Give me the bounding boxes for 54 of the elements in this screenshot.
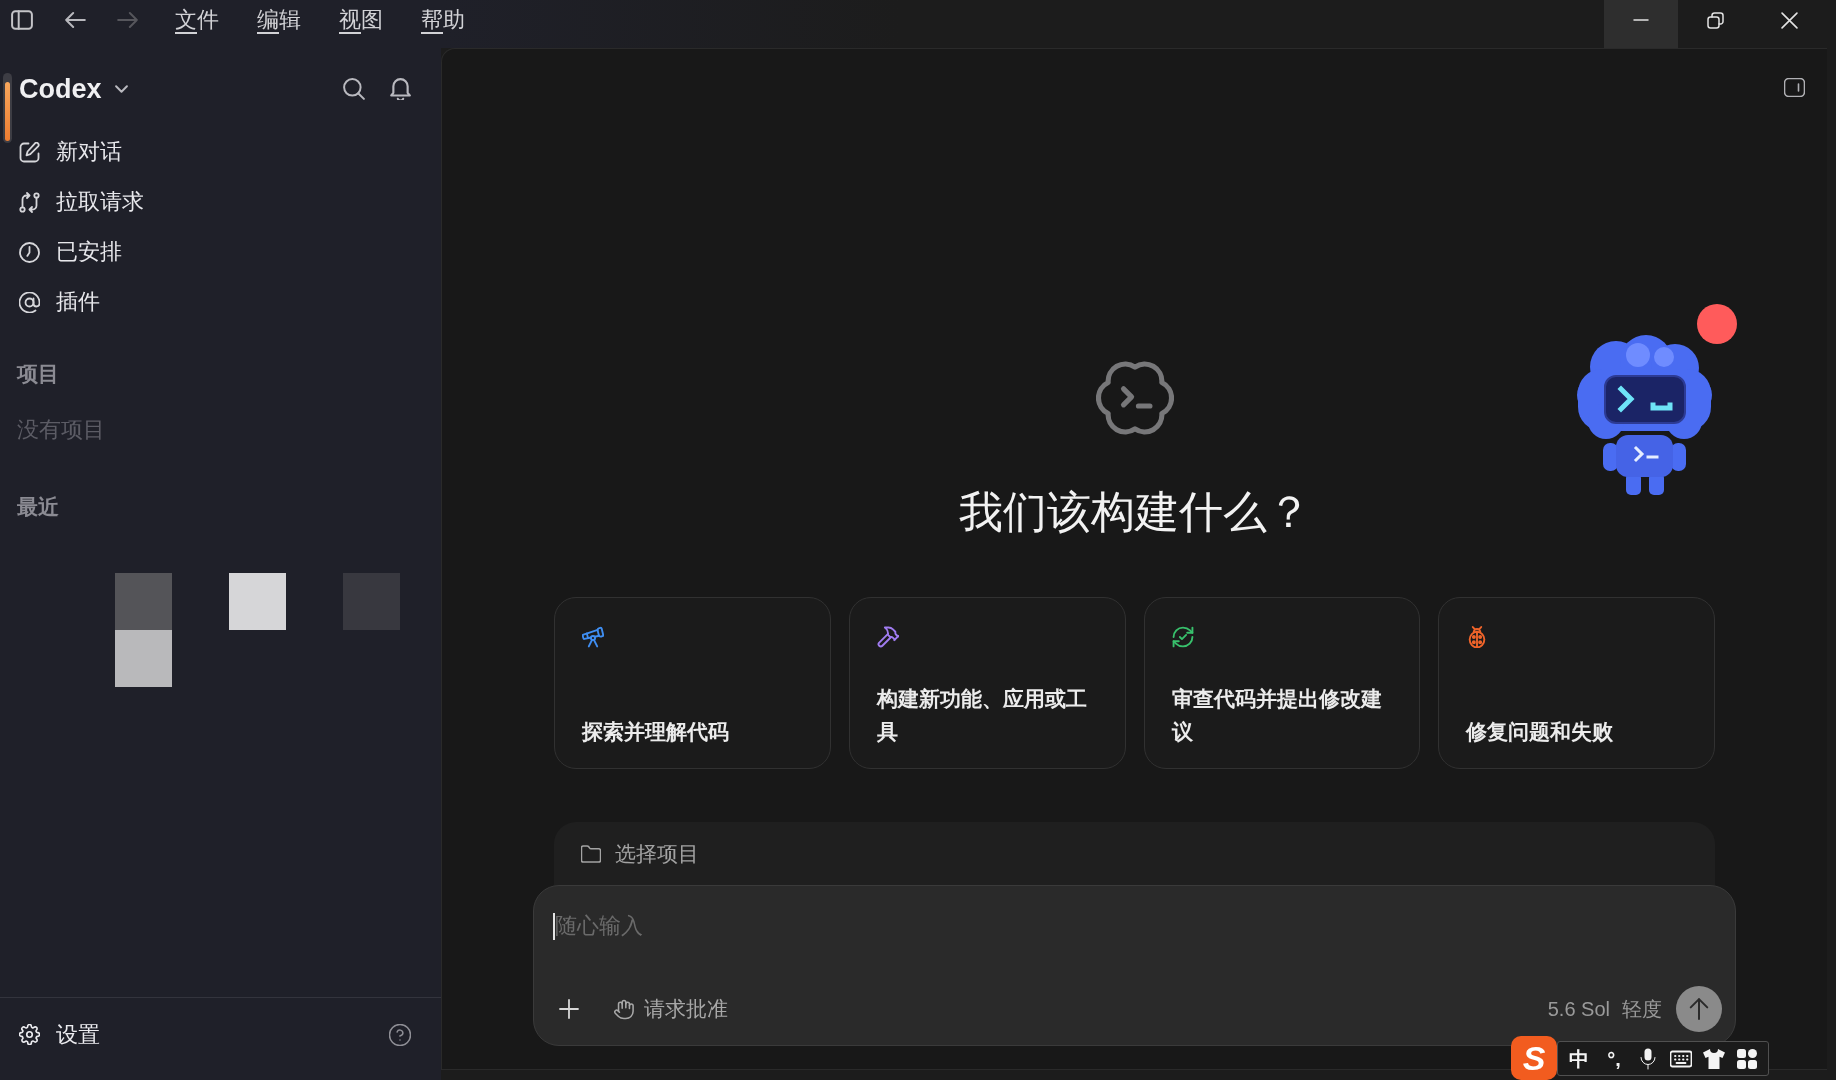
section-heading: 最近	[17, 494, 59, 520]
bell-icon	[390, 78, 411, 100]
sidebar-item[interactable]: 已安排	[19, 227, 122, 277]
hand-icon	[614, 998, 634, 1020]
arrow-up-icon	[1689, 998, 1709, 1020]
prompt-card[interactable]: 审查代码并提出修改建议	[1143, 597, 1421, 769]
project-picker[interactable]: 选择项目	[554, 822, 1715, 885]
panel-toggle-button[interactable]	[1784, 76, 1805, 98]
sidebar-toggle-button[interactable]	[10, 8, 34, 32]
folder-icon	[581, 844, 601, 863]
approval-mode-button[interactable]: 请求批准	[614, 995, 728, 1023]
message-input[interactable]: 随心输入	[555, 911, 1722, 941]
close-icon	[1780, 11, 1798, 29]
reasoning-level-selector[interactable]: 轻度	[1622, 996, 1662, 1022]
send-button[interactable]	[1676, 986, 1722, 1032]
gear-icon	[19, 1024, 40, 1045]
search-button[interactable]	[343, 78, 365, 100]
notifications-button[interactable]	[390, 78, 411, 100]
pull-request-icon	[19, 191, 40, 213]
search-icon	[343, 78, 365, 100]
sidebar-toggle-icon	[11, 9, 33, 31]
microphone-icon[interactable]	[1637, 1047, 1659, 1070]
edit-icon	[19, 141, 40, 163]
restore-icon	[1706, 11, 1724, 29]
page-heading: 我们该构建什么？	[958, 486, 1311, 538]
at-sign-icon	[19, 291, 40, 313]
input-mode-toggle[interactable]: 中	[1567, 1046, 1591, 1071]
menu-item[interactable]: 文件	[175, 6, 219, 34]
help-button[interactable]	[389, 1023, 411, 1046]
menu-item[interactable]: 帮助	[421, 6, 465, 34]
cloud-terminal-icon	[1095, 359, 1174, 437]
chevron-down-icon	[114, 85, 128, 93]
empty-state-text: 没有项目	[17, 416, 105, 444]
settings-button[interactable]: 设置	[19, 1020, 100, 1049]
panel-toggle-icon	[1784, 77, 1805, 97]
sidebar-item[interactable]: 插件	[19, 277, 100, 327]
sidebar-item[interactable]: 拉取请求	[19, 177, 144, 227]
prompt-card[interactable]: 构建新功能、应用或工具	[848, 597, 1126, 769]
help-icon	[389, 1023, 411, 1046]
section-heading: 项目	[17, 361, 59, 387]
clock-icon	[19, 241, 40, 263]
prompt-card[interactable]: 探索并理解代码	[554, 597, 831, 769]
menu-item[interactable]: 编辑	[257, 6, 301, 34]
minimize-icon	[1633, 19, 1649, 21]
menu-item[interactable]: 视图	[339, 6, 383, 34]
prompt-card[interactable]: 修复问题和失败	[1438, 597, 1715, 769]
shirt-icon[interactable]	[1703, 1047, 1725, 1070]
sidebar-item[interactable]: 新对话	[19, 127, 122, 177]
app-title-dropdown[interactable]: Codex	[19, 72, 128, 106]
grid-icon[interactable]	[1736, 1047, 1758, 1070]
model-selector[interactable]: 5.6 Sol	[1547, 996, 1610, 1022]
accent-bar-icon	[3, 73, 12, 143]
punctuation-toggle[interactable]: °,	[1602, 1046, 1626, 1071]
plus-icon	[559, 999, 579, 1019]
